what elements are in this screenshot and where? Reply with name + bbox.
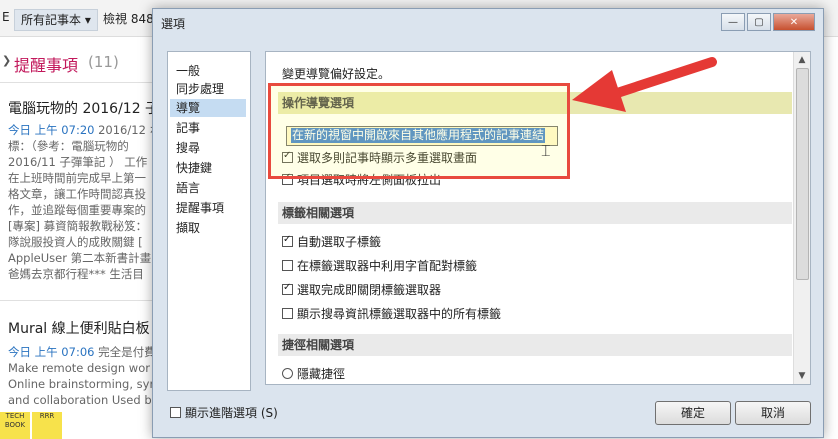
- dialog-title: 選項: [161, 17, 186, 31]
- category-sync[interactable]: 同步處理: [170, 80, 246, 98]
- close-button[interactable]: ✕: [773, 13, 815, 31]
- option-auto-select-subtags[interactable]: 自動選取子標籤: [282, 233, 381, 249]
- window-controls: — ▢ ✕: [719, 13, 815, 31]
- cancel-button[interactable]: 取消: [735, 401, 811, 425]
- mouse-cursor-icon: ⌶: [541, 141, 551, 160]
- options-dialog: 選項 — ▢ ✕ 一般 同步處理 導覽 記事 搜尋 快捷鍵 語言 提醒事項 擷取…: [152, 8, 824, 438]
- notebook-selector-label: 所有記事本: [21, 13, 82, 27]
- option-label: 自動選取子標籤: [297, 234, 382, 249]
- chevron-right-icon: ❯: [2, 54, 12, 67]
- category-language[interactable]: 語言: [170, 179, 246, 197]
- note-time: 今日 上午 07:20: [8, 123, 95, 137]
- category-reminders[interactable]: 提醒事項: [170, 199, 246, 217]
- section-heading-tags: 標籤相關選項: [278, 202, 792, 224]
- toolbar-clipped-text: E: [2, 10, 10, 24]
- note-title[interactable]: 電腦玩物的 2016/12 子: [8, 98, 159, 118]
- option-label: 在標籤選取器中利用字首配對標籤: [297, 258, 478, 273]
- category-capture[interactable]: 擷取: [170, 219, 246, 237]
- option-show-all-tags[interactable]: 顯示搜尋資訊標籤選取器中的所有標籤: [282, 305, 501, 321]
- checkbox[interactable]: [170, 407, 181, 418]
- show-advanced-label: 顯示進階選項 (S): [185, 406, 278, 420]
- category-navigation[interactable]: 導覽: [170, 99, 246, 117]
- notebook-selector[interactable]: 所有記事本 ▾: [14, 9, 98, 31]
- option-prefix-match-tags[interactable]: 在標籤選取器中利用字首配對標籤: [282, 257, 477, 273]
- checkbox[interactable]: [282, 234, 293, 247]
- option-hide-shortcuts[interactable]: 隱藏捷徑: [282, 365, 345, 381]
- scroll-up-icon[interactable]: ▲: [794, 52, 810, 68]
- maximize-button[interactable]: ▢: [747, 13, 771, 31]
- reminders-section-header[interactable]: ❯ 提醒事項 (11): [0, 44, 160, 83]
- pane-intro: 變更導覽偏好設定。: [282, 67, 391, 81]
- scroll-down-icon[interactable]: ▼: [794, 368, 810, 384]
- note-snippet[interactable]: 今日 上午 07:20 2016/12 ホ 標：（參考：電腦玩物的 2016/1…: [8, 122, 160, 286]
- minimize-button[interactable]: —: [721, 13, 745, 31]
- note-body: 2016/12 ホ 標：（參考：電腦玩物的 2016/11 子彈筆記 ） 工作 …: [8, 123, 160, 281]
- note-thumbnail: TECH BOOK: [0, 412, 30, 439]
- note-snippet[interactable]: 今日 上午 07:06 完全是付費 Make remote design wor…: [8, 344, 160, 408]
- reminders-title: 提醒事項: [14, 56, 79, 75]
- ok-button[interactable]: 確定: [655, 401, 731, 425]
- section-heading-shortcuts: 捷徑相關選項: [278, 334, 792, 356]
- option-label: 隱藏捷徑: [297, 366, 346, 381]
- checkbox[interactable]: [282, 259, 293, 271]
- category-search[interactable]: 搜尋: [170, 139, 246, 157]
- vertical-scrollbar[interactable]: ▲ ▼: [793, 52, 810, 384]
- option-label: 選取完成即關閉標籤選取器: [297, 282, 442, 297]
- reminders-count: (11): [88, 53, 119, 71]
- checkbox[interactable]: [282, 307, 293, 319]
- category-list: 一般 同步處理 導覽 記事 搜尋 快捷鍵 語言 提醒事項 擷取: [167, 51, 251, 391]
- radio-button[interactable]: [282, 367, 293, 379]
- note-title[interactable]: Mural 線上便利貼白板: [8, 318, 150, 338]
- option-label: 顯示搜尋資訊標籤選取器中的所有標籤: [297, 306, 502, 321]
- category-notes[interactable]: 記事: [170, 119, 246, 137]
- note-thumbnail: RRR: [32, 412, 62, 439]
- note-divider: [0, 300, 160, 301]
- annotation-highlight-box: [268, 83, 570, 179]
- scroll-thumb[interactable]: [796, 68, 809, 280]
- category-general[interactable]: 一般: [170, 62, 246, 80]
- note-time: 今日 上午 07:06: [8, 345, 95, 359]
- view-label[interactable]: 檢視 848: [103, 9, 154, 29]
- option-close-tag-picker[interactable]: 選取完成即關閉標籤選取器: [282, 281, 441, 297]
- checkbox[interactable]: [282, 282, 293, 295]
- category-shortcuts[interactable]: 快捷鍵: [170, 159, 246, 177]
- show-advanced-option[interactable]: 顯示進階選項 (S): [170, 404, 278, 421]
- chevron-down-icon: ▾: [84, 13, 91, 27]
